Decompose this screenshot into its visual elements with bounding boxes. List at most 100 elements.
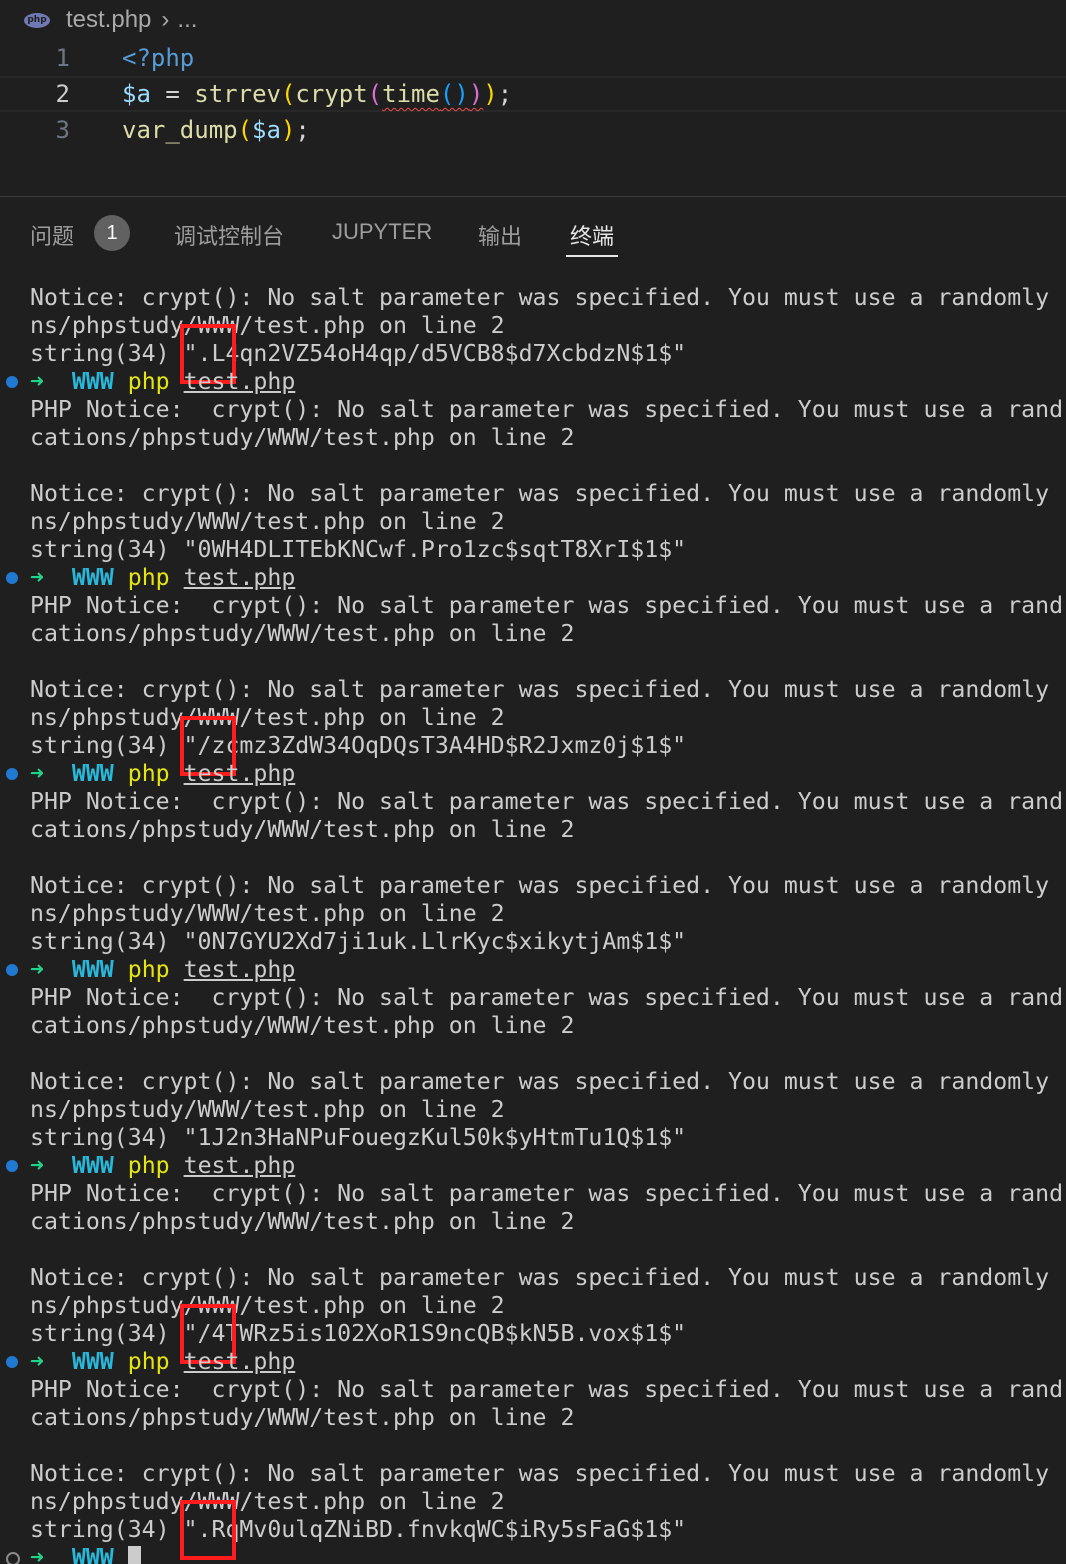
terminal-output[interactable]: Notice: crypt(): No salt parameter was s… (0, 284, 1066, 1564)
code-token-function: time (382, 80, 440, 108)
breadcrumb: php test.php › ... (24, 5, 197, 35)
notice-line: Notice: crypt(): No salt parameter was s… (30, 676, 1050, 703)
prompt-command: php (127, 1348, 170, 1375)
prompt-directory: WWW (71, 1348, 114, 1375)
code-line-1[interactable]: 1 <?php (0, 40, 1066, 76)
code-token-semicolon: ; (497, 80, 513, 108)
notice-path-line: ns/phpstudy/WWW/test.php on line 2 (30, 508, 505, 535)
code-token-paren: ( (367, 80, 383, 108)
prompt-directory: WWW (71, 956, 114, 983)
prompt-arrow-icon: ➜ (30, 564, 44, 591)
code-token-function: crypt (295, 80, 368, 108)
notice-line: Notice: crypt(): No salt parameter was s… (30, 284, 1050, 311)
code-token-variable: $a (122, 80, 151, 108)
tab-debug-console[interactable]: 调试控制台 (174, 219, 284, 259)
prompt-arrow-icon: ➜ (30, 368, 44, 395)
line-number: 2 (55, 80, 70, 108)
prompt-directory: WWW (71, 1544, 114, 1564)
notice-line: Notice: crypt(): No salt parameter was s… (30, 872, 1050, 899)
prompt-status-dot (6, 964, 18, 976)
prompt-argument: test.php (183, 368, 296, 395)
breadcrumb-more[interactable]: ... (177, 6, 197, 34)
notice-line: Notice: crypt(): No salt parameter was s… (30, 1460, 1050, 1487)
code-token-paren: ) (468, 80, 484, 108)
prompt-status-dot (6, 572, 18, 584)
notice-path-line: ns/phpstudy/WWW/test.php on line 2 (30, 1096, 505, 1123)
code-text-php-tag: <?php (122, 44, 195, 72)
prompt-argument: test.php (183, 1348, 296, 1375)
prompt-directory: WWW (71, 564, 114, 591)
prompt-arrow-icon: ➜ (30, 1152, 44, 1179)
crypt-output-line: string(34) ".RqMv0ulqZNiBD.fnvkqWC$iRy5s… (30, 1516, 687, 1543)
code-token-paren: ( (280, 80, 296, 108)
notice-path-line: ns/phpstudy/WWW/test.php on line 2 (30, 1488, 505, 1515)
prompt-argument: test.php (183, 956, 296, 983)
prompt-argument: test.php (183, 1152, 296, 1179)
notice-path-line: ns/phpstudy/WWW/test.php on line 2 (30, 1292, 505, 1319)
php-notice-path-line: cations/phpstudy/WWW/test.php on line 2 (30, 620, 575, 647)
breadcrumb-file[interactable]: test.php (66, 6, 151, 34)
code-token-paren: () (439, 80, 469, 108)
prompt-line: ➜ WWW php test.php (30, 956, 295, 984)
prompt-line: ➜ WWW php test.php (30, 760, 295, 788)
prompt-command: php (127, 760, 170, 787)
crypt-output-line: string(34) ".L4qn2VZ54oH4qp/d5VCB8$d7Xcb… (30, 340, 687, 367)
prompt-command: php (127, 564, 170, 591)
code-token-semicolon: ; (295, 116, 310, 144)
code-text: var_dump($a); (122, 112, 310, 148)
prompt-command: php (127, 368, 170, 395)
php-notice-line: PHP Notice: crypt(): No salt parameter w… (30, 1376, 1064, 1403)
code-token-paren: ( (237, 116, 253, 144)
php-file-icon: php (24, 12, 50, 28)
tab-jupyter[interactable]: JUPYTER (332, 219, 432, 259)
php-notice-line: PHP Notice: crypt(): No salt parameter w… (30, 788, 1064, 815)
chevron-right-icon: › (161, 6, 170, 33)
crypt-output-line: string(34) "/4TWRz5is102XoR1S9ncQB$kN5B.… (30, 1320, 687, 1347)
code-line-3[interactable]: 3 var_dump($a); (0, 112, 1066, 148)
notice-line: Notice: crypt(): No salt parameter was s… (30, 1264, 1050, 1291)
code-token-variable: $a (252, 116, 281, 144)
prompt-directory: WWW (71, 760, 114, 787)
crypt-output-line: string(34) "0WH4DLITEbKNCwf.Pro1zc$sqtT8… (30, 536, 687, 563)
tab-output[interactable]: 输出 (478, 219, 522, 259)
prompt-command: php (127, 1152, 170, 1179)
php-notice-line: PHP Notice: crypt(): No salt parameter w… (30, 984, 1064, 1011)
prompt-arrow-icon: ➜ (30, 956, 44, 983)
line-number: 3 (55, 116, 70, 144)
prompt-arrow-icon: ➜ (30, 1348, 44, 1375)
crypt-output-line: string(34) "1J2n3HaNPuFouegzKul50k$yHtmT… (30, 1124, 687, 1151)
php-notice-path-line: cations/phpstudy/WWW/test.php on line 2 (30, 1208, 575, 1235)
prompt-directory: WWW (71, 368, 114, 395)
error-squiggle: time()) (382, 80, 483, 108)
code-text: <?php (122, 40, 194, 76)
prompt-argument: test.php (183, 564, 296, 591)
code-token-function: var_dump (122, 116, 238, 144)
tab-problems[interactable]: 问题 (30, 219, 74, 259)
code-line-2[interactable]: 2 $a = strrev(crypt(time())); (0, 76, 1066, 112)
prompt-argument: test.php (183, 760, 296, 787)
prompt-status-dot (6, 1356, 18, 1368)
prompt-line: ➜ WWW php test.php (30, 564, 295, 592)
php-notice-path-line: cations/phpstudy/WWW/test.php on line 2 (30, 1404, 575, 1431)
prompt-line: ➜ WWW php test.php (30, 368, 295, 396)
code-token-operator: = (150, 80, 195, 108)
prompt-status-dot (6, 1160, 18, 1172)
php-notice-line: PHP Notice: crypt(): No salt parameter w… (30, 396, 1064, 423)
prompt-line: ➜ WWW php test.php (30, 1348, 295, 1376)
notice-line: Notice: crypt(): No salt parameter was s… (30, 480, 1050, 507)
code-token-paren: ) (483, 80, 498, 108)
code-text: $a = strrev(crypt(time())); (122, 78, 512, 110)
php-notice-path-line: cations/phpstudy/WWW/test.php on line 2 (30, 1012, 575, 1039)
prompt-status-dot (6, 1552, 20, 1564)
php-notice-path-line: cations/phpstudy/WWW/test.php on line 2 (30, 424, 575, 451)
notice-line: Notice: crypt(): No salt parameter was s… (30, 1068, 1050, 1095)
tab-terminal[interactable]: 终端 (565, 219, 619, 259)
highlight-box (180, 1500, 236, 1560)
prompt-status-dot (6, 768, 18, 780)
code-token-function: strrev (194, 80, 281, 108)
crypt-output-line: string(34) "0N7GYU2Xd7ji1uk.LlrKyc$xikyt… (30, 928, 687, 955)
code-editor[interactable]: php test.php › ... 1 <?php 2 $a = strrev… (0, 0, 1066, 196)
problems-count-badge: 1 (94, 215, 130, 251)
prompt-status-dot (6, 376, 18, 388)
crypt-output-line: string(34) "/zcmz3ZdW34OqDQsT3A4HD$R2Jxm… (30, 732, 687, 759)
